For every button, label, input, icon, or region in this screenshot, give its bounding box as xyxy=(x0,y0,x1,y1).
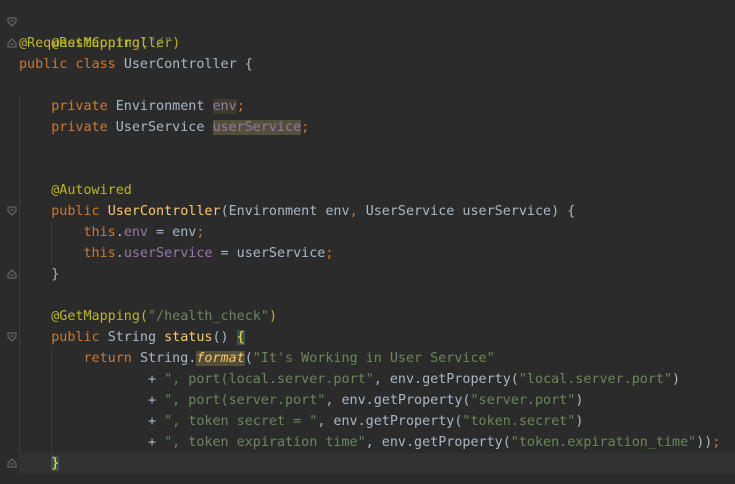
code-line[interactable]: return String.format("It's Working in Us… xyxy=(19,348,735,369)
string-literal: "token.secret" xyxy=(462,414,576,429)
code-line[interactable]: this.env = env; xyxy=(19,222,735,243)
string-literal: "server.port" xyxy=(470,393,576,408)
annotation: @Autowired xyxy=(51,183,132,198)
code-line[interactable]: @RequestMapping("/") xyxy=(19,33,735,54)
semicolon: ; xyxy=(301,120,310,135)
matched-brace: } xyxy=(51,456,60,471)
semicolon: ; xyxy=(712,435,721,450)
operator: + xyxy=(148,435,165,450)
current-code-line[interactable]: } xyxy=(19,453,735,474)
expression: , env.getProperty( xyxy=(317,414,463,429)
code-line[interactable]: + ", token expiration time", env.getProp… xyxy=(19,432,735,453)
string-literal: ", port(local.server.port" xyxy=(164,372,374,387)
fold-close-icon[interactable] xyxy=(7,269,17,279)
class-name: UserController { xyxy=(123,57,253,72)
type-name: String xyxy=(107,330,165,345)
keyword: private xyxy=(51,99,116,114)
field-name: userService xyxy=(212,120,302,135)
paren: )) xyxy=(696,435,713,450)
fold-open-icon[interactable] xyxy=(7,17,17,27)
operator: + xyxy=(148,414,165,429)
expression: , env.getProperty( xyxy=(373,372,519,387)
code-line[interactable]: + ", port(local.server.port", env.getPro… xyxy=(19,369,735,390)
field-name: env xyxy=(123,225,148,240)
semicolon: ; xyxy=(325,246,334,261)
fold-close-icon[interactable] xyxy=(7,458,17,468)
operator: + xyxy=(148,372,165,387)
keyword: public xyxy=(51,330,108,345)
matched-brace: { xyxy=(236,330,245,345)
closing-brace: } xyxy=(51,267,60,282)
code-line[interactable]: @RestController xyxy=(19,12,735,51)
paren: ) xyxy=(575,414,584,429)
dot: . xyxy=(115,225,124,240)
code-line[interactable]: public class UserController { xyxy=(19,54,735,75)
annotation: @GetMapping( xyxy=(51,309,148,324)
keyword: public xyxy=(51,204,108,219)
comma: , xyxy=(349,204,366,219)
fold-open-icon[interactable] xyxy=(7,206,17,216)
field-name: userService xyxy=(123,246,213,261)
string-literal: ", token expiration time" xyxy=(164,435,366,450)
operator: + xyxy=(148,393,165,408)
constructor-name: UserController xyxy=(107,204,221,219)
parens: () xyxy=(212,330,237,345)
semicolon: ; xyxy=(196,225,205,240)
code-line[interactable]: private Environment env; xyxy=(19,96,735,117)
semicolon: ; xyxy=(236,99,245,114)
expression: , env.getProperty( xyxy=(365,435,511,450)
annotation: ) xyxy=(268,309,277,324)
parameters: UserService userService) { xyxy=(365,204,576,219)
keyword: this xyxy=(83,246,116,261)
dot: . xyxy=(115,246,124,261)
type-name: String. xyxy=(139,351,197,366)
string-literal: ", token secret = " xyxy=(164,414,318,429)
static-method: format xyxy=(196,351,245,366)
code-line[interactable]: + ", port(server.port", env.getProperty(… xyxy=(19,390,735,411)
keyword: this xyxy=(83,225,116,240)
string-literal: "token.expiration_time" xyxy=(510,435,697,450)
fold-open-icon[interactable] xyxy=(7,332,17,342)
code-line[interactable]: @Autowired xyxy=(19,180,735,201)
string-literal: ", port(server.port" xyxy=(164,393,326,408)
string-literal: "/health_check" xyxy=(148,309,269,324)
method-name: status xyxy=(164,330,213,345)
expression: , env.getProperty( xyxy=(325,393,471,408)
assignment: = env xyxy=(148,225,197,240)
fold-close-icon[interactable] xyxy=(7,38,17,48)
type-name: UserService xyxy=(115,120,213,135)
type-name: Environment xyxy=(115,99,213,114)
string-literal: "It's Working in User Service" xyxy=(252,351,495,366)
code-line[interactable]: public UserController(Environment env, U… xyxy=(19,201,735,222)
keyword: public class xyxy=(19,57,124,72)
paren: ) xyxy=(672,372,681,387)
gutter xyxy=(0,0,18,484)
keyword: private xyxy=(51,120,116,135)
code-editor[interactable]: @RestController @RequestMapping("/") pub… xyxy=(0,0,735,484)
keyword: return xyxy=(83,351,140,366)
code-line[interactable]: this.userService = userService; xyxy=(19,243,735,264)
field-name: env xyxy=(212,99,237,114)
code-line[interactable]: } xyxy=(19,264,735,285)
annotation: ) xyxy=(172,36,181,51)
code-line[interactable]: public String status() { xyxy=(19,327,735,348)
code-line[interactable]: + ", token secret = ", env.getProperty("… xyxy=(19,411,735,432)
string-literal: "local.server.port" xyxy=(518,372,673,387)
code-line[interactable]: @GetMapping("/health_check") xyxy=(19,306,735,327)
string-literal: "/" xyxy=(148,36,173,51)
code-line[interactable]: private UserService userService; xyxy=(19,117,735,138)
parameters: (Environment env xyxy=(220,204,350,219)
paren: ) xyxy=(575,393,584,408)
paren: ( xyxy=(244,351,253,366)
assignment: = userService xyxy=(212,246,326,261)
annotation: @RequestMapping( xyxy=(19,36,148,51)
